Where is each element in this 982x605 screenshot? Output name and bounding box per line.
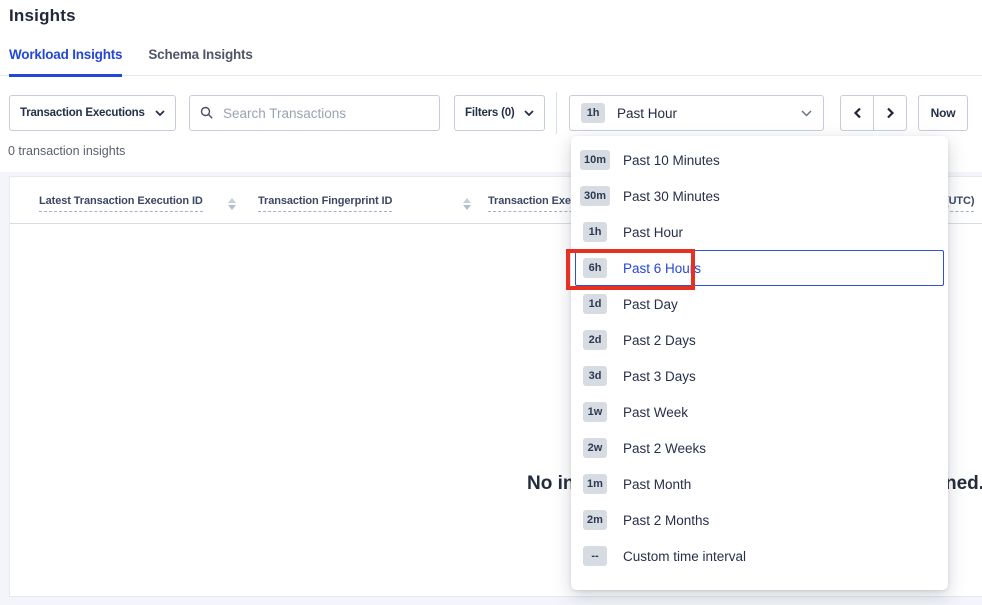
time-option-10m[interactable]: 10m Past 10 Minutes: [575, 142, 944, 178]
time-dropdown-list: 10m Past 10 Minutes 30m Past 30 Minutes …: [571, 142, 948, 574]
chevron-down-icon: [801, 110, 812, 117]
insights-count: 0 transaction insights: [8, 144, 125, 158]
time-badge: 1h: [581, 103, 605, 123]
chevron-left-icon: [853, 107, 862, 119]
toolbar: Transaction Executions Filters (0) 1h Pa…: [9, 95, 968, 131]
time-option-2m[interactable]: 2m Past 2 Months: [575, 502, 944, 538]
time-option-label: Past Hour: [623, 225, 683, 240]
column-transaction-fingerprint-id[interactable]: Transaction Fingerprint ID: [258, 195, 392, 212]
time-option-label: Past 2 Months: [623, 513, 709, 528]
tab-schema-insights[interactable]: Schema Insights: [148, 47, 252, 76]
time-option-1w[interactable]: 1w Past Week: [575, 394, 944, 430]
tab-bar: Workload Insights Schema Insights: [0, 47, 982, 76]
time-option-badge: 1w: [579, 402, 611, 422]
insights-page: Insights Workload Insights Schema Insigh…: [0, 0, 982, 605]
now-label: Now: [931, 106, 956, 120]
execution-type-label: Transaction Executions: [20, 107, 145, 119]
chevron-down-icon: [155, 110, 165, 116]
time-option-label: Past Week: [623, 405, 688, 420]
time-interval-picker[interactable]: 1h Past Hour: [569, 95, 824, 131]
time-option-badge: 3d: [579, 366, 611, 386]
time-option-label: Past 10 Minutes: [623, 153, 720, 168]
time-option-badge: 2w: [579, 438, 611, 458]
time-option-30m[interactable]: 30m Past 30 Minutes: [575, 178, 944, 214]
time-option-label: Past 2 Weeks: [623, 441, 706, 456]
chevron-down-icon: [524, 110, 534, 116]
column-latest-transaction-execution-id[interactable]: Latest Transaction Execution ID: [39, 195, 203, 212]
empty-state-text-fragment-left: No in: [527, 473, 575, 495]
filters-button[interactable]: Filters (0): [454, 95, 545, 131]
search-box[interactable]: [189, 95, 440, 131]
time-option-badge: 1h: [579, 222, 611, 242]
time-option-1d[interactable]: 1d Past Day: [575, 286, 944, 322]
time-interval-dropdown: 10m Past 10 Minutes 30m Past 30 Minutes …: [571, 136, 948, 590]
time-option-badge: --: [579, 546, 611, 566]
sort-arrows-icon[interactable]: [228, 198, 236, 210]
time-option-badge: 1m: [579, 474, 611, 494]
now-button[interactable]: Now: [918, 95, 968, 131]
page-title: Insights: [9, 6, 76, 26]
tab-workload-insights[interactable]: Workload Insights: [9, 47, 122, 76]
search-input[interactable]: [223, 106, 429, 121]
execution-type-select[interactable]: Transaction Executions: [9, 95, 176, 131]
tab-label: Schema Insights: [148, 47, 252, 62]
time-option-label: Custom time interval: [623, 549, 746, 564]
empty-state-text-fragment-right: ned.: [945, 473, 982, 495]
sort-arrows-icon[interactable]: [463, 198, 471, 210]
time-option-1h[interactable]: 1h Past Hour: [575, 214, 944, 250]
time-option-6h[interactable]: 6h Past 6 Hours: [575, 250, 944, 286]
time-option-3d[interactable]: 3d Past 3 Days: [575, 358, 944, 394]
time-option-2w[interactable]: 2w Past 2 Weeks: [575, 430, 944, 466]
tab-label: Workload Insights: [9, 47, 122, 62]
time-option-label: Past 6 Hours: [623, 261, 701, 276]
time-option-label: Past 30 Minutes: [623, 189, 720, 204]
time-picker-label: Past Hour: [617, 106, 677, 121]
time-option-badge: 6h: [579, 258, 611, 278]
next-interval-button[interactable]: [873, 95, 907, 131]
time-option-label: Past 2 Days: [623, 333, 696, 348]
time-option-2d[interactable]: 2d Past 2 Days: [575, 322, 944, 358]
column-start-time-utc[interactable]: (UTC): [945, 195, 974, 212]
previous-interval-button[interactable]: [840, 95, 874, 131]
time-option-custom[interactable]: -- Custom time interval: [575, 538, 944, 574]
time-option-label: Past Month: [623, 477, 691, 492]
time-nav-group: [840, 95, 907, 131]
time-option-badge: 10m: [579, 150, 611, 170]
time-option-1m[interactable]: 1m Past Month: [575, 466, 944, 502]
chevron-right-icon: [886, 107, 895, 119]
time-option-badge: 1d: [579, 294, 611, 314]
time-option-badge: 2d: [579, 330, 611, 350]
filters-label: Filters (0): [465, 107, 515, 119]
toolbar-divider: [556, 92, 557, 134]
search-icon: [200, 106, 214, 120]
time-option-label: Past Day: [623, 297, 678, 312]
time-option-badge: 2m: [579, 510, 611, 530]
time-option-badge: 30m: [579, 186, 611, 206]
time-option-label: Past 3 Days: [623, 369, 696, 384]
